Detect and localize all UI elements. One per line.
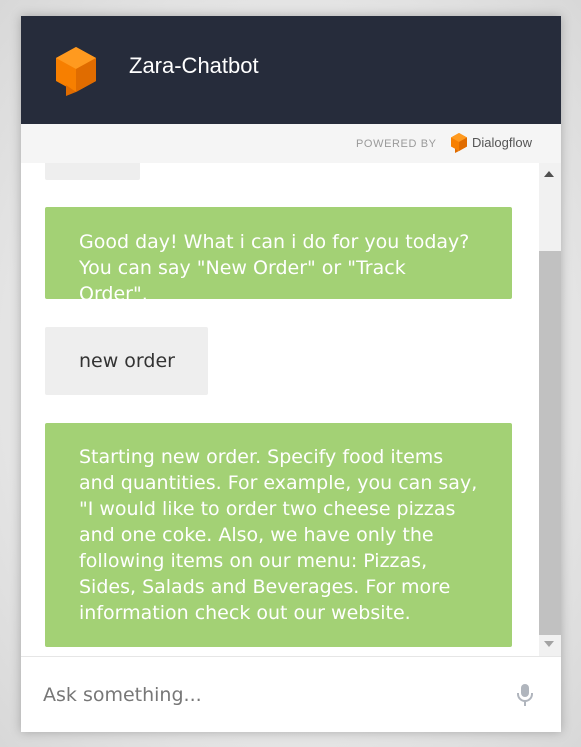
message-scrollbar[interactable] — [539, 163, 561, 656]
scroll-up-arrow-icon[interactable] — [544, 171, 554, 177]
dialogflow-cube-icon — [56, 47, 96, 96]
scrollbar-thumb[interactable] — [539, 251, 561, 635]
user-message-bubble: new order — [45, 327, 208, 395]
bot-message-text: Starting new order. Specify food items a… — [79, 446, 478, 624]
bot-message-bubble: Good day! What i can i do for you today?… — [45, 207, 512, 305]
user-message-text: new order — [79, 350, 175, 372]
microphone-icon[interactable] — [515, 683, 535, 707]
bot-message-bubble: Starting new order. Specify food items a… — [45, 423, 512, 647]
user-message-bubble — [45, 163, 140, 180]
powered-by-label: POWERED BY — [356, 138, 437, 150]
chat-header: Zara-Chatbot — [21, 16, 561, 124]
powered-by-bar: POWERED BY Dialogflow — [21, 124, 561, 163]
message-input[interactable] — [43, 679, 483, 711]
chatbot-title: Zara-Chatbot — [129, 53, 259, 78]
scroll-down-arrow-icon[interactable] — [544, 641, 554, 647]
input-bar — [21, 656, 561, 732]
bot-message-text: Good day! What i can i do for you today?… — [79, 231, 470, 305]
dialogflow-brand-name: Dialogflow — [472, 135, 532, 150]
dialogflow-icon — [451, 133, 467, 153]
chat-window: Zara-Chatbot POWERED BY Dialogflow Good … — [21, 16, 561, 732]
message-list[interactable]: Good day! What i can i do for you today?… — [21, 163, 539, 656]
